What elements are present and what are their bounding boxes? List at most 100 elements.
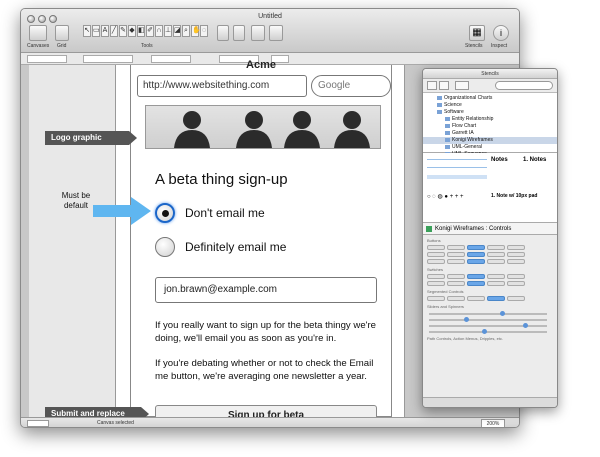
preview-bar bbox=[427, 175, 487, 179]
logo-graphic bbox=[145, 105, 381, 149]
style-tool-icon[interactable]: ◧ bbox=[137, 25, 145, 37]
hand-tool-icon[interactable]: ✋ bbox=[191, 25, 201, 37]
page-heading: A beta thing sign-up bbox=[155, 171, 288, 188]
line-tool-icon[interactable]: ╱ bbox=[110, 25, 118, 37]
zoom-tool-icon[interactable]: ⌕ bbox=[182, 25, 190, 37]
pen-tool-icon[interactable]: ✎ bbox=[119, 25, 127, 37]
radio-definitely-email[interactable] bbox=[155, 237, 175, 257]
radio-dont-email[interactable] bbox=[155, 203, 175, 223]
switch-stencils[interactable] bbox=[423, 281, 557, 286]
slider-stencil[interactable] bbox=[429, 311, 547, 316]
inspect-icon[interactable]: i bbox=[493, 25, 509, 41]
section-label: Sliders and Spinners bbox=[427, 304, 464, 309]
switch-stencils[interactable] bbox=[423, 274, 557, 279]
palette-title: Konigi Wireframes : Controls bbox=[435, 226, 512, 232]
tree-item-label: Flow Chart bbox=[452, 123, 477, 129]
shape-tool-icon[interactable]: ◆ bbox=[128, 25, 136, 37]
url-input[interactable]: http://www.websitething.com bbox=[137, 75, 307, 97]
radio-selected-dot bbox=[162, 210, 169, 217]
align-button[interactable] bbox=[217, 25, 229, 41]
arrange-button[interactable] bbox=[269, 25, 283, 41]
zoom-field[interactable]: 200% bbox=[481, 419, 505, 427]
canvases-label: Canvases bbox=[27, 43, 50, 49]
info-paragraph-2: If you're debating whether or not to che… bbox=[155, 358, 374, 382]
lasso-tool-icon[interactable]: ◌ bbox=[200, 25, 208, 37]
slider-stencil[interactable] bbox=[429, 329, 547, 334]
action-menu-icon[interactable] bbox=[455, 81, 469, 90]
button-stencils[interactable] bbox=[423, 245, 557, 250]
stencil-icon bbox=[445, 144, 450, 149]
note-pad-label: 1. Note w/ 10px pad bbox=[491, 193, 538, 199]
controls-palette: Buttons Switches Segmented Controls Slid… bbox=[423, 238, 557, 341]
lock-button[interactable] bbox=[251, 25, 265, 41]
stencils-icon[interactable]: ▦ bbox=[469, 25, 485, 41]
tree-item[interactable]: Organizational Charts bbox=[423, 95, 557, 102]
section-label: Path Controls, Action Menus, Dripples, e… bbox=[427, 336, 504, 341]
person-silhouette-icon bbox=[284, 111, 320, 148]
canvas-margin bbox=[29, 65, 115, 417]
info-paragraph-1: If you really want to sign up for the be… bbox=[155, 320, 377, 344]
logo-callout[interactable]: Logo graphic bbox=[45, 131, 137, 145]
tree-item-label: Entity Relationship bbox=[452, 116, 494, 122]
tree-item[interactable]: Flow Chart bbox=[423, 123, 557, 130]
tree-item[interactable]: Science bbox=[423, 102, 557, 109]
preview-line bbox=[427, 159, 487, 160]
folder-icon bbox=[437, 102, 442, 107]
title-bar: Untitled Canvases Grid ↖ ▭ A ╱ ✎ ◆ ◧ ✐ ∩… bbox=[21, 9, 519, 53]
palette-icon bbox=[426, 226, 432, 232]
stencil-tree: Organizational Charts Science Software E… bbox=[423, 93, 557, 157]
magnet-tool-icon[interactable]: ∩ bbox=[155, 25, 163, 37]
tree-item-label: Organizational Charts bbox=[444, 95, 493, 101]
person-silhouette-icon bbox=[334, 111, 370, 148]
tree-item-label: Science bbox=[444, 102, 462, 108]
notes-heading-numbered: 1. Notes bbox=[523, 157, 547, 163]
pointer-tool-icon[interactable]: ↖ bbox=[83, 25, 91, 37]
tree-item[interactable]: Garrett IA bbox=[423, 130, 557, 137]
eraser-tool-icon[interactable]: ◪ bbox=[173, 25, 181, 37]
group-button[interactable] bbox=[233, 25, 245, 41]
stencils-panel: Stencils Organizational Charts Science S… bbox=[422, 68, 558, 408]
text-tool-icon[interactable]: A bbox=[101, 25, 109, 37]
size-field[interactable] bbox=[83, 55, 133, 63]
grid-button[interactable] bbox=[55, 25, 69, 41]
rubber-stamp-icon[interactable]: ⊥ bbox=[164, 25, 172, 37]
tree-item[interactable]: Entity Relationship bbox=[423, 116, 557, 123]
preview-line bbox=[427, 167, 487, 168]
wireframe-mockup[interactable]: Acme http://www.websitething.com Google … bbox=[130, 59, 392, 427]
stencil-icon bbox=[445, 130, 450, 135]
list-view-icon[interactable] bbox=[427, 81, 437, 90]
tree-item[interactable]: UML-General bbox=[423, 144, 557, 151]
tree-item-label: UML-General bbox=[452, 144, 483, 150]
stencil-icon bbox=[445, 123, 450, 128]
stencil-search-input[interactable] bbox=[495, 81, 553, 90]
segmented-stencils[interactable] bbox=[423, 296, 557, 301]
slider-stencil[interactable] bbox=[429, 317, 547, 322]
rectangle-tool-icon[interactable]: ▭ bbox=[92, 25, 100, 37]
connector-shapes: ○ ◌ ◍ ● + + + bbox=[427, 194, 464, 200]
person-silhouette-icon bbox=[174, 111, 210, 148]
brush-tool-icon[interactable]: ✐ bbox=[146, 25, 154, 37]
section-label: Switches bbox=[427, 267, 444, 272]
grid-view-icon[interactable] bbox=[439, 81, 449, 90]
tree-item-selected[interactable]: Konigi Wireframes bbox=[423, 137, 557, 144]
button-stencils[interactable] bbox=[423, 259, 557, 264]
tools-palette: ↖ ▭ A ╱ ✎ ◆ ◧ ✐ ∩ ⊥ ◪ ⌕ ✋ ◌ bbox=[83, 25, 208, 39]
tree-item[interactable]: Software bbox=[423, 109, 557, 116]
stencils-panel-footer bbox=[423, 397, 557, 407]
stencils-panel-title: Stencils bbox=[423, 69, 557, 79]
button-stencils[interactable] bbox=[423, 252, 557, 257]
radio-dont-email-label: Don't email me bbox=[185, 206, 265, 220]
canvas-page[interactable]: Acme http://www.websitething.com Google … bbox=[115, 59, 405, 427]
stencil-icon bbox=[445, 137, 450, 142]
stencil-preview[interactable]: Notes 1. Notes ○ ◌ ◍ ● + + + 1. Note w/ … bbox=[423, 153, 557, 223]
stencils-label: Stencils bbox=[465, 43, 483, 49]
canvases-button[interactable] bbox=[29, 25, 47, 41]
email-field[interactable]: jon.brawn@example.com bbox=[155, 277, 377, 303]
font-field[interactable] bbox=[27, 55, 67, 63]
tree-item-label: Software bbox=[444, 109, 464, 115]
slider-stencil[interactable] bbox=[429, 323, 547, 328]
search-input[interactable]: Google bbox=[311, 75, 391, 97]
person-silhouette-icon bbox=[236, 111, 272, 148]
canvas-thumb[interactable] bbox=[27, 420, 49, 427]
folder-icon bbox=[437, 109, 442, 114]
